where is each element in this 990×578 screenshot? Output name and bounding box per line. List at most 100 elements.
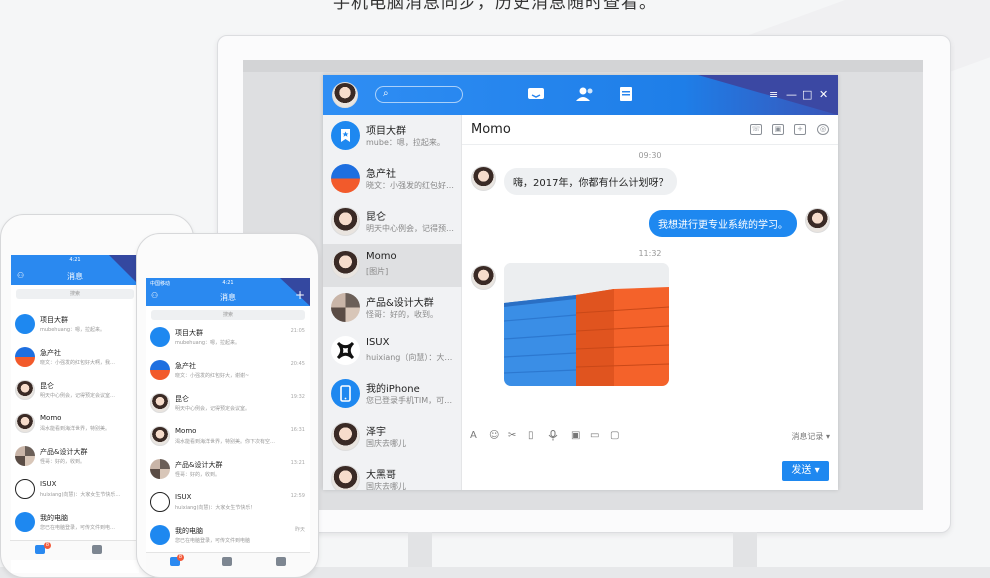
chat-item-my-iphone[interactable]: 我的iPhone 您已登录手机TIM，可… <box>323 373 462 416</box>
microphone-icon[interactable] <box>548 430 558 444</box>
chat-item-momo[interactable]: Momo [图片] <box>323 244 462 287</box>
contact-avatar <box>150 360 170 380</box>
chat-preview: 怪哥：好的，收到。 <box>40 459 86 465</box>
list-item[interactable]: 昆仑 明天中心例会，记得预定会议室。 19:32 <box>146 390 310 423</box>
contact-avatar <box>15 413 35 433</box>
contact-avatar <box>150 459 170 479</box>
phone-right-screen: 中国移动 4:21 消息 ⚇ + 搜索 项目大群 mubehuang：嗯，拉起来。… <box>146 278 310 570</box>
history-button[interactable]: 消息记录 ▾ <box>791 431 830 442</box>
isux-logo-icon <box>331 336 360 365</box>
add-icon[interactable]: + <box>794 124 806 135</box>
files-icon[interactable] <box>222 557 232 566</box>
list-item[interactable]: Momo 渴水能看到海洋世界，特别美。 <box>11 410 139 443</box>
vibrate-icon[interactable]: ▯ <box>528 430 534 441</box>
contacts-icon[interactable] <box>575 86 595 104</box>
chat-preview: 国庆去哪儿 <box>366 439 406 448</box>
contact-avatar <box>331 207 360 236</box>
image-message[interactable] <box>504 263 669 386</box>
emoji-icon[interactable]: ☺ <box>489 430 499 441</box>
close-icon[interactable]: ✕ <box>819 88 828 101</box>
list-item[interactable]: 我的电脑您已在电脑登录，可传文件到电… <box>11 509 139 542</box>
list-item[interactable]: 我的电脑 您已在电脑登录，可传文件到电脑 昨天 <box>146 522 310 555</box>
sender-avatar[interactable] <box>471 265 496 290</box>
chat-time: 昨天 <box>294 527 305 533</box>
chat-name: Momo <box>366 251 397 262</box>
search-input[interactable]: 搜索 <box>151 310 305 320</box>
gift-icon[interactable]: ▣ <box>571 430 580 441</box>
list-item[interactable]: 急产社 晓文：小强发的红包好大啊，我… <box>11 344 139 377</box>
chat-preview: mubehuang：嗯，拉起来。 <box>40 327 106 333</box>
chat-preview: 怪哥：好的，收到。 <box>175 472 221 478</box>
list-item[interactable]: 项目大群 mubehuang：嗯，拉起来。 <box>11 311 139 344</box>
chevron-down-icon: ▾ <box>825 432 830 441</box>
files-icon[interactable] <box>616 86 636 104</box>
search-box[interactable]: ⌕ <box>375 86 463 103</box>
list-item[interactable]: ISUX huixiang(向慧)：大家女生节快乐… <box>11 476 139 509</box>
briefcase-icon[interactable] <box>276 557 286 566</box>
chat-preview: 您已在电脑登录，可传文件到电脑 <box>175 538 251 544</box>
settings-icon[interactable]: ◎ <box>817 124 829 135</box>
list-item[interactable]: 产品&设计大群 怪哥：好的，收到。 13:21 <box>146 456 310 489</box>
chat-time: 12:59 <box>290 493 305 499</box>
chat-name: Momo <box>175 427 197 435</box>
search-input[interactable]: 搜索 <box>16 289 134 299</box>
list-item[interactable]: 项目大群 mubehuang：嗯，拉起来。 21:05 <box>146 324 310 357</box>
chat-item-project-group[interactable]: 项目大群 mube：嗯，拉起来。 <box>323 115 462 158</box>
chat-item-design-group[interactable]: 产品&设计大群 怪哥：好的，收到。 <box>323 287 462 330</box>
contact-avatar <box>150 393 170 413</box>
chat-preview: huixiang(向慧)：大家女生节快乐！ <box>175 505 256 511</box>
send-button[interactable]: 发送 ▾ <box>782 461 829 481</box>
phone-header: 中国移动 4:21 消息 ⚇ + <box>146 278 310 306</box>
group-icon <box>331 121 360 150</box>
chat-name: 我的iPhone <box>366 384 420 395</box>
chat-item-kunlun[interactable]: 昆仑 明天中心例会，记得预… <box>323 201 462 244</box>
message-icon[interactable] <box>526 86 546 104</box>
chat-name: 项目大群 <box>40 316 68 324</box>
chat-item-daheige[interactable]: 大黑哥 国庆去哪儿 <box>323 459 462 490</box>
chat-preview: 您已在电脑登录，可传文件到电… <box>40 525 116 531</box>
chat-preview: 明天中心例会，记得预… <box>366 224 454 233</box>
chat-preview: 您已登录手机TIM，可… <box>366 396 453 405</box>
user-avatar[interactable] <box>332 82 358 108</box>
maximize-icon[interactable]: □ <box>802 88 812 101</box>
list-item[interactable]: 产品&设计大群 怪哥：好的，收到。 <box>11 443 139 476</box>
scissors-icon[interactable]: ✂ <box>508 430 516 441</box>
image-icon[interactable]: ▭ <box>590 430 599 441</box>
chat-preview: 明天中心例会，记得预定会议室… <box>40 393 116 399</box>
list-item[interactable]: Momo 渴水能看到海洋世界，特别美。你下次有空… 16:31 <box>146 423 310 456</box>
chat-item-zeyu[interactable]: 泽宇 国庆去哪儿 <box>323 416 462 459</box>
sender-avatar[interactable] <box>471 166 496 191</box>
folder-icon[interactable]: ▢ <box>610 430 619 441</box>
contact-avatar <box>15 479 35 499</box>
contact-avatar <box>15 512 35 532</box>
phone-icon[interactable]: ☏ <box>750 124 762 135</box>
minimize-icon[interactable]: — <box>786 88 797 101</box>
list-item[interactable]: ISUX huixiang(向慧)：大家女生节快乐！ 12:59 <box>146 489 310 522</box>
font-icon[interactable]: A <box>470 430 477 441</box>
files-icon[interactable] <box>92 545 102 554</box>
chat-name: 我的电脑 <box>40 514 68 522</box>
chat-preview: [图片] <box>366 267 389 276</box>
contact-avatar <box>331 250 360 279</box>
chat-preview: 晓文：小强发的红包好… <box>366 181 454 190</box>
message-bubble-in: 嗨，2017年，你都有什么计划呀？ <box>504 168 678 195</box>
contacts-icon[interactable]: ⚇ <box>17 271 24 280</box>
self-avatar[interactable] <box>805 208 830 233</box>
chat-time: 19:32 <box>290 394 305 400</box>
chat-name: 大黑哥 <box>366 470 396 481</box>
list-item[interactable]: 急产社 晓文：小强发的红包好大，谢谢~ 20:45 <box>146 357 310 390</box>
message-bubble-out: 我想进行更专业系统的学习。 <box>649 210 797 237</box>
contacts-icon[interactable]: ⚇ <box>151 291 158 300</box>
group-avatar <box>331 164 360 193</box>
menu-icon[interactable]: ≡ <box>769 88 778 101</box>
list-item[interactable]: 昆仑 明天中心例会，记得预定会议室… <box>11 377 139 410</box>
contact-avatar <box>15 314 35 334</box>
screen-icon[interactable]: ▣ <box>772 124 784 135</box>
chat-time: 20:45 <box>290 361 305 367</box>
chat-item-isux[interactable]: ISUX huixiang（向慧）：大… <box>323 330 462 373</box>
chat-name: 项目大群 <box>366 126 406 137</box>
add-icon[interactable]: + <box>295 288 305 302</box>
chat-name: 急产社 <box>366 169 396 180</box>
chat-item-jichanshe[interactable]: 急产社 晓文：小强发的红包好… <box>323 158 462 201</box>
chat-preview: huixiang(向慧)：大家女生节快乐… <box>40 492 121 498</box>
